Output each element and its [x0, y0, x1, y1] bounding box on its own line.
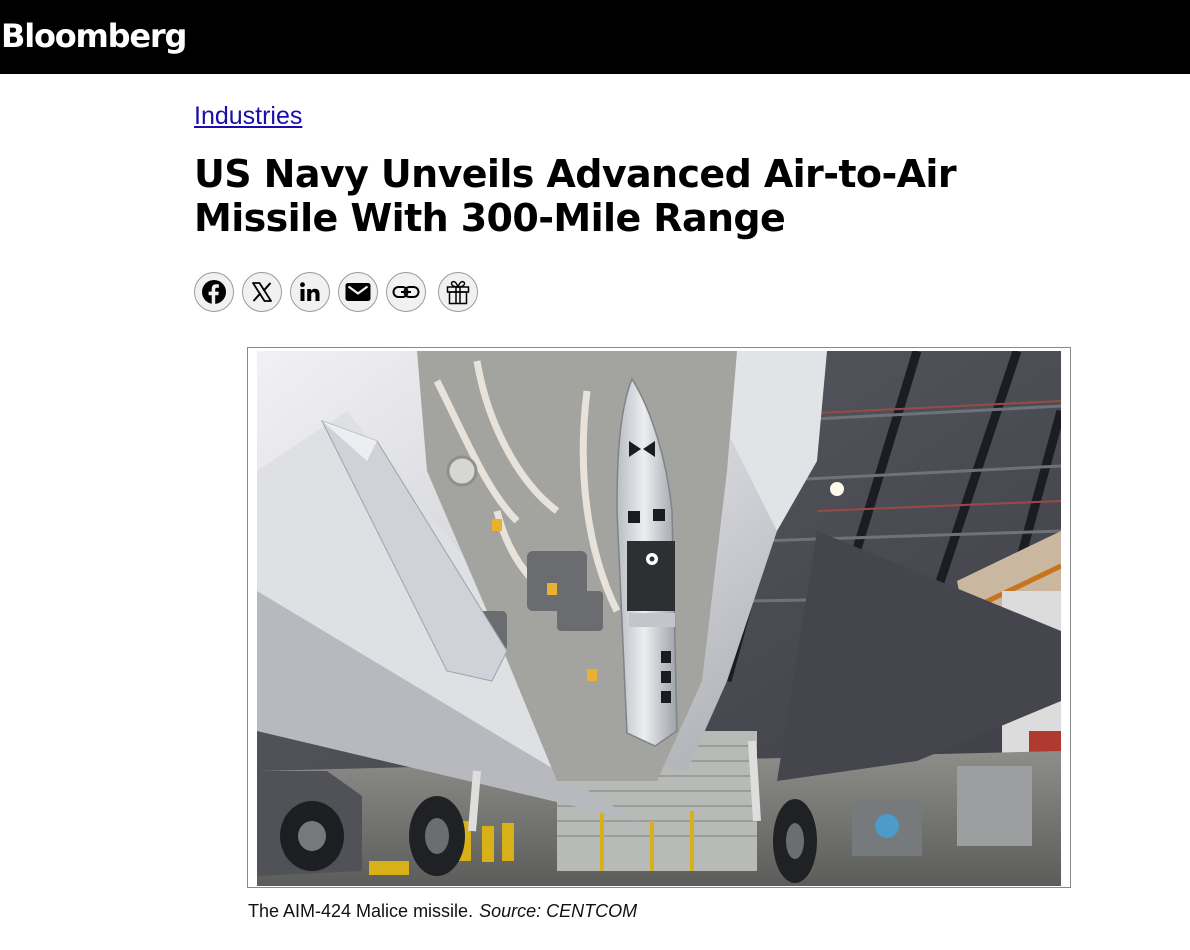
top-bar: Bloomberg: [0, 0, 1190, 74]
article-headline: US Navy Unveils Advanced Air-to-Air Miss…: [194, 152, 957, 240]
email-icon: [345, 283, 371, 301]
article-image-frame: [247, 347, 1071, 888]
share-facebook-button[interactable]: [194, 272, 234, 312]
jet-weapons-bay-illustration: [257, 351, 1061, 886]
share-copy-link-button[interactable]: [386, 272, 426, 312]
share-x-button[interactable]: [242, 272, 282, 312]
facebook-icon: [202, 280, 226, 305]
gift-article-button[interactable]: [438, 272, 478, 312]
share-bar: [194, 272, 478, 312]
linkedin-icon: [300, 282, 320, 301]
share-email-button[interactable]: [338, 272, 378, 312]
share-linkedin-button[interactable]: [290, 272, 330, 312]
link-icon: [392, 286, 420, 298]
missile-photo[interactable]: [257, 351, 1061, 886]
category-link[interactable]: Industries: [194, 100, 302, 132]
caption-source: Source: CENTCOM: [479, 901, 638, 921]
image-caption: The AIM-424 Malice missile. Source: CENTC…: [248, 900, 637, 922]
caption-text: The AIM-424 Malice missile.: [248, 901, 474, 921]
bloomberg-logo[interactable]: Bloomberg: [1, 14, 187, 58]
x-icon: [252, 282, 272, 302]
gift-icon: [446, 280, 470, 305]
